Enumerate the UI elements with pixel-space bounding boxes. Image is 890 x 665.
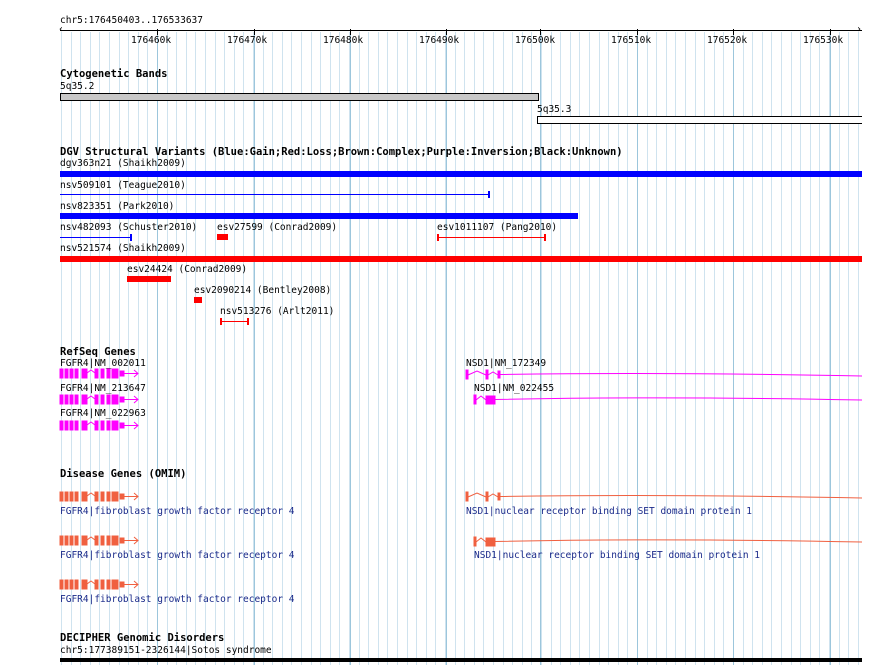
omim-glyph-layer (59, 491, 863, 590)
gene-model-fgfr4-omim (59, 491, 139, 590)
track-title-decipher: DECIPHER Genomic Disorders (60, 632, 225, 644)
disorder-label: chr5:177389151-2326144|Sotos syndrome (60, 645, 272, 656)
disorder-bar[interactable] (60, 658, 862, 662)
gene-model-nsd1-omim (465, 491, 863, 547)
